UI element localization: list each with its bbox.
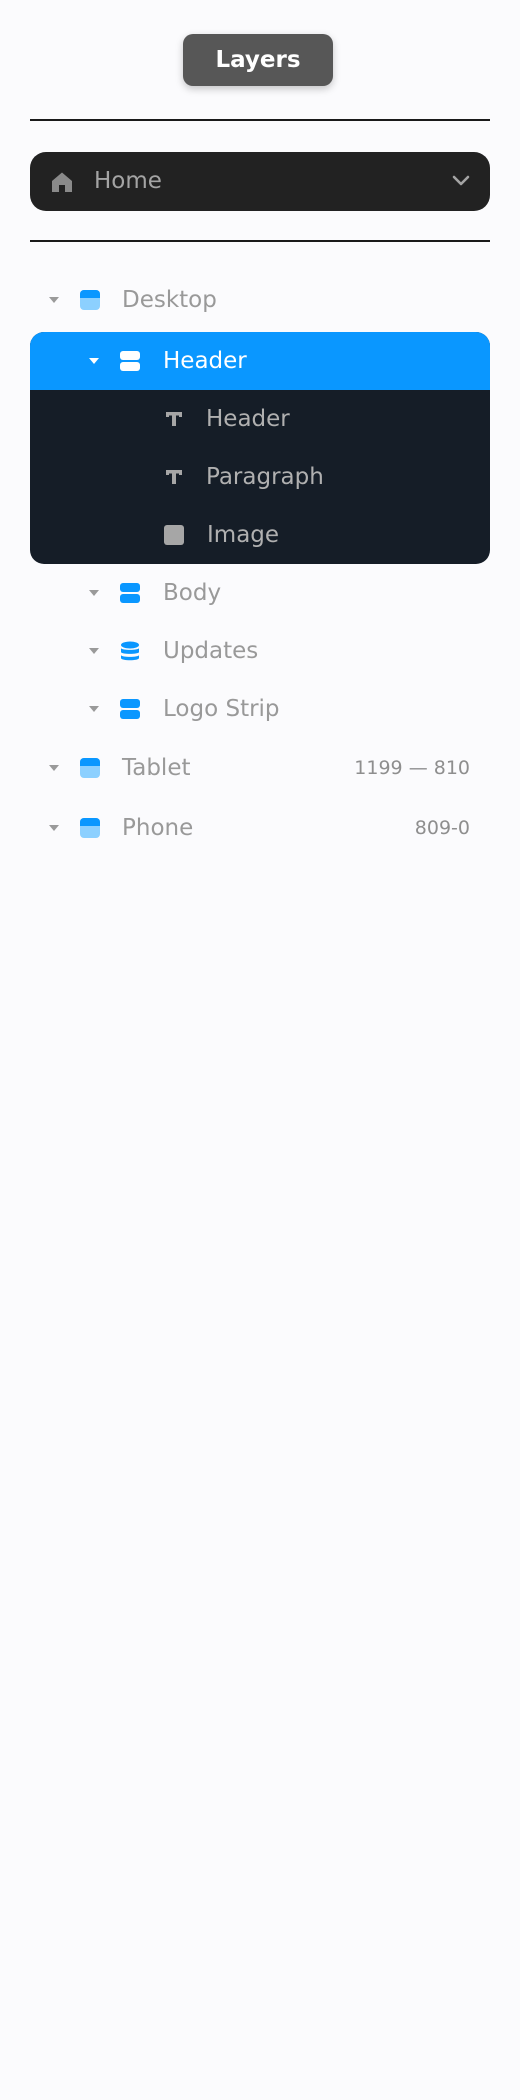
layer-row-body[interactable]: Body: [30, 564, 490, 622]
breakpoint-range: 1199 — 810: [354, 757, 470, 779]
layer-row-paragraph[interactable]: Paragraph: [30, 448, 490, 506]
layer-row-desktop[interactable]: Desktop: [30, 271, 490, 329]
home-icon: [52, 172, 72, 192]
page-selector-label: Home: [94, 168, 162, 194]
stack-frame-icon: [120, 699, 140, 719]
bottom-divider: [30, 240, 490, 242]
top-divider: [30, 119, 490, 121]
layer-row-header-text[interactable]: Header: [30, 390, 490, 448]
layer-row-updates[interactable]: Updates: [30, 622, 490, 680]
layer-row-phone[interactable]: Phone 809-0: [30, 799, 490, 857]
caret-down-icon[interactable]: [49, 297, 59, 303]
layer-label: Logo Strip: [163, 696, 280, 722]
text-icon: [166, 412, 182, 426]
layer-label: Body: [163, 580, 222, 606]
layer-row-header[interactable]: Header: [30, 332, 490, 390]
layer-label: Desktop: [122, 287, 217, 313]
caret-down-icon[interactable]: [49, 825, 59, 831]
stack-frame-icon: [120, 351, 140, 371]
layer-label: Phone: [122, 815, 194, 841]
layer-label: Tablet: [122, 755, 191, 781]
chevron-down-icon[interactable]: [452, 174, 470, 188]
caret-down-icon[interactable]: [89, 706, 99, 712]
layer-row-tablet[interactable]: Tablet 1199 — 810: [30, 739, 490, 797]
stack-frame-icon: [120, 583, 140, 603]
caret-down-icon[interactable]: [89, 358, 99, 364]
layer-label: Image: [207, 522, 280, 548]
breakpoint-frame-icon: [80, 818, 100, 838]
breakpoint-frame-icon: [80, 758, 100, 778]
layer-label: Header: [206, 406, 290, 432]
layer-label: Updates: [163, 638, 259, 664]
cms-collection-icon: [121, 641, 139, 661]
panel-title: Layers: [183, 34, 333, 86]
image-icon: [164, 525, 184, 545]
layer-row-logo-strip[interactable]: Logo Strip: [30, 680, 490, 738]
page-selector[interactable]: Home: [30, 152, 490, 211]
text-icon: [166, 470, 182, 484]
caret-down-icon[interactable]: [89, 590, 99, 596]
caret-down-icon[interactable]: [89, 648, 99, 654]
layer-label: Paragraph: [206, 464, 324, 490]
breakpoint-frame-icon: [80, 290, 100, 310]
layer-label: Header: [163, 348, 247, 374]
breakpoint-range: 809-0: [414, 817, 470, 839]
caret-down-icon[interactable]: [49, 765, 59, 771]
layer-row-image[interactable]: Image: [30, 506, 490, 564]
